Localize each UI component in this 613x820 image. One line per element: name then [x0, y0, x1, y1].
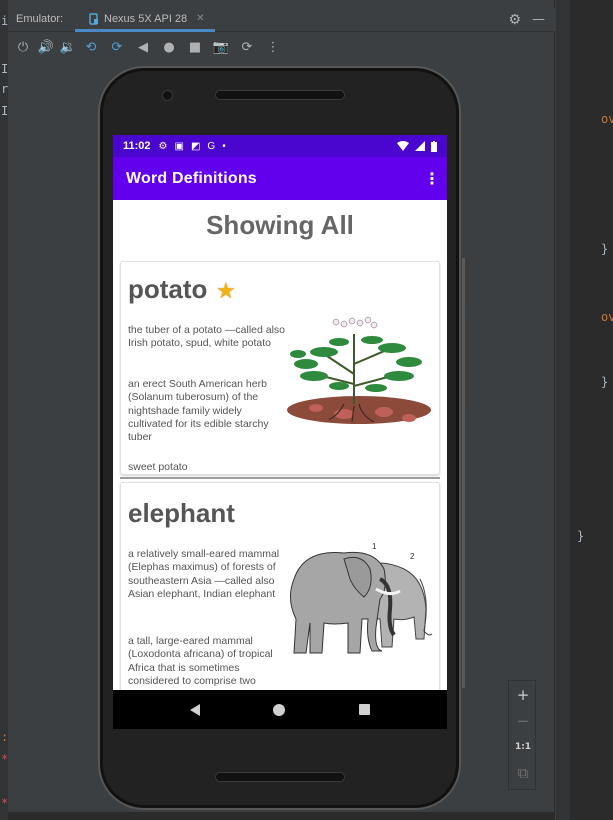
list-heading: Showing All	[206, 210, 354, 240]
volume-down-icon[interactable]: 🔉	[59, 39, 77, 57]
volume-up-icon[interactable]: 🔊	[37, 39, 55, 57]
word-title: elephant	[128, 498, 235, 528]
overview-icon[interactable]: ■	[186, 39, 204, 57]
gear-icon[interactable]: ⚙	[508, 12, 521, 28]
status-right	[397, 140, 437, 152]
emulator-header: Emulator: Nexus 5X API 28 ✕ ⚙ —	[8, 8, 555, 32]
battery-icon	[431, 140, 437, 152]
ide-code-snippet: }	[601, 242, 609, 256]
back-icon[interactable]	[189, 703, 200, 716]
emulator-toolbar: ⏻ 🔊 🔉 ⟲ ⟳ ◀ ● ■ 📷 ⟳ ⋮	[8, 36, 555, 60]
ide-editor-left-edge: i I r I : * *	[0, 0, 8, 820]
navigation-bar	[113, 690, 447, 729]
zoom-one-to-one-button[interactable]: 1:1	[509, 735, 537, 759]
word-card-elephant[interactable]: elephant a relatively small-eared mammal…	[120, 482, 440, 690]
favorite-star-icon[interactable]: ★	[216, 279, 236, 304]
phone-side-scroll	[462, 258, 465, 688]
potato-plant-illustration	[287, 316, 431, 424]
zoom-in-button[interactable]: +	[509, 683, 537, 707]
definition-text: an erect South American herb (Solanum tu…	[128, 378, 269, 444]
word-list[interactable]: Showing All potato ★ the tuber of a pota…	[113, 200, 447, 690]
ide-editor-right-edge: ov ov } } }	[555, 0, 613, 820]
home-icon[interactable]	[273, 703, 286, 716]
calendar-icon: ▣	[174, 140, 184, 152]
image-label: 1	[372, 542, 377, 551]
google-icon: G	[207, 140, 216, 152]
notification-dot-icon: •	[222, 140, 226, 152]
word-title: potato	[128, 274, 208, 304]
ide-code-snippet: }	[577, 529, 585, 543]
definition-text: sweet potato	[128, 461, 188, 473]
device-screen: 11:02 ⚙ ▣ ◩ G • Word Definitions ⋮ Showi…	[113, 135, 447, 729]
minimize-icon[interactable]: —	[532, 12, 545, 27]
zoom-controls: + − 1:1 ⧉	[508, 680, 536, 790]
ide-code-snippet: ov	[601, 112, 613, 126]
top-speaker	[215, 90, 345, 100]
overflow-menu-icon[interactable]: ⋮	[424, 169, 440, 188]
gear-icon: ⚙	[158, 140, 168, 152]
emulator-label: Emulator:	[16, 13, 64, 25]
bottom-speaker	[215, 772, 345, 782]
home-icon[interactable]: ●	[160, 39, 178, 57]
word-card-potato[interactable]: potato ★ the tuber of a potato —called a…	[120, 261, 440, 475]
image-label: 2	[410, 552, 415, 561]
zoom-out-button[interactable]: −	[509, 709, 537, 733]
app-title: Word Definitions	[126, 169, 257, 187]
phone-device-icon	[89, 12, 98, 25]
rotate-left-icon[interactable]: ⟲	[82, 39, 100, 57]
back-icon[interactable]: ◀	[134, 39, 152, 57]
device-tab-label: Nexus 5X API 28	[104, 12, 188, 25]
more-icon[interactable]: ⋮	[264, 39, 282, 57]
status-bar: 11:02 ⚙ ▣ ◩ G •	[113, 135, 447, 157]
ide-code-snippet: }	[601, 375, 609, 389]
front-camera	[162, 90, 173, 101]
root: i I r I : * * ov ov } } } Emulator: Nexu…	[0, 0, 613, 820]
card-divider	[120, 477, 440, 479]
close-icon[interactable]: ✕	[196, 13, 204, 24]
recent-apps-icon[interactable]	[359, 704, 371, 715]
notification-a-icon: ◩	[190, 140, 201, 152]
snapshot-icon[interactable]: ⟳	[238, 39, 256, 57]
editor-gutter	[556, 0, 570, 820]
ide-code-snippet: ov	[601, 310, 613, 324]
definition-text: the tuber of a potato —called also Irish…	[128, 324, 286, 350]
power-icon[interactable]: ⏻	[14, 39, 32, 57]
app-bar: Word Definitions ⋮	[113, 157, 447, 200]
wifi-icon	[397, 141, 409, 151]
signal-icon	[415, 141, 425, 151]
definition-text: a relatively small-eared mammal (Elephas…	[128, 548, 280, 600]
elephant-illustration: 1 2	[290, 542, 433, 654]
device-tab[interactable]: Nexus 5X API 28 ✕	[75, 8, 215, 32]
fit-screen-icon[interactable]: ⧉	[509, 761, 537, 785]
screenshot-icon[interactable]: 📷	[212, 39, 230, 57]
definition-text: a tall, large-eared mammal (Loxodonta af…	[128, 635, 273, 690]
status-time: 11:02	[123, 140, 151, 152]
rotate-right-icon[interactable]: ⟳	[108, 39, 126, 57]
